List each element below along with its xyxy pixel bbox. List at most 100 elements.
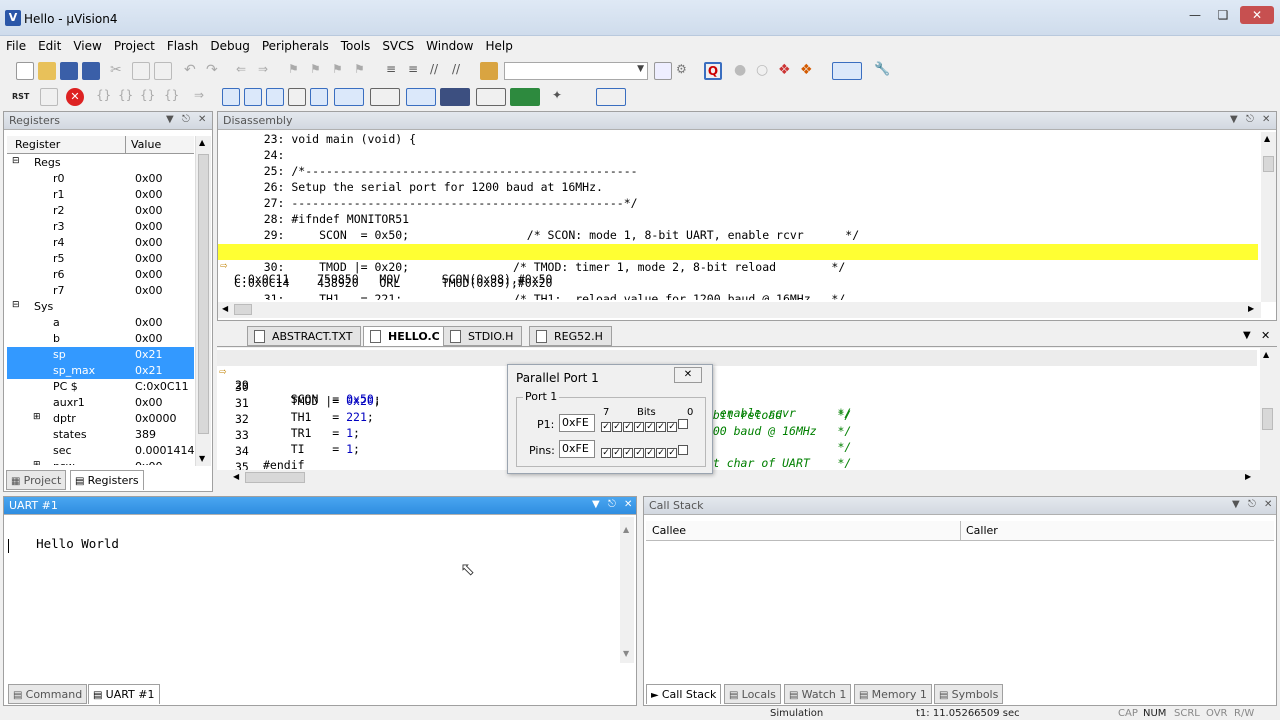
scroll-up-icon[interactable]: ▲ [1264, 134, 1270, 143]
register-row[interactable]: auxr1 0x00 [7, 395, 194, 411]
disasm-line[interactable]: 28: #ifndef MONITOR51 [218, 212, 1258, 228]
disassembly-hscroll[interactable]: ◀ ▶ [218, 302, 1261, 318]
copy-icon[interactable] [132, 62, 150, 80]
redo-icon[interactable]: ↷ [206, 62, 224, 80]
new-file-icon[interactable] [16, 62, 34, 80]
reset-button[interactable]: RST [12, 88, 30, 106]
editor-code[interactable]: ⇨ 29 SCON = 0x50; /* SCON: mode 1, 8-bit… [217, 348, 1260, 470]
run-icon[interactable] [40, 88, 58, 106]
stop-icon[interactable]: ✕ [66, 88, 84, 106]
p1-value-field[interactable]: 0xFE [559, 414, 595, 432]
p1-bit0-checkbox[interactable] [678, 419, 688, 429]
close-icon[interactable]: ✕ [198, 114, 206, 125]
serial-window-icon[interactable] [406, 88, 436, 106]
dialog-close-button[interactable]: ✕ [674, 367, 702, 383]
menu-window[interactable]: Window [420, 36, 479, 56]
code-line[interactable]: 32 TR1 = 1; /* TR1: timer 1 run */ [217, 398, 1257, 454]
step-over-icon[interactable]: {} [118, 88, 136, 106]
code-line[interactable]: 33 TI = 1; /* TI: set TI to send first c… [217, 414, 1257, 470]
menu-edit[interactable]: Edit [32, 36, 67, 56]
kill-all-breakpoints-icon[interactable]: ❖ [800, 62, 818, 80]
uncomment-icon[interactable]: // [452, 62, 470, 80]
code-line[interactable]: /* [217, 462, 1257, 470]
show-next-statement-icon[interactable]: ⇒ [194, 88, 212, 106]
p1-bit7-checkbox[interactable]: ✓ [601, 422, 611, 432]
registers-window-icon[interactable] [288, 88, 306, 106]
disasm-line[interactable]: 31: TH1 = 221; /* TH1: reload value for … [218, 292, 1258, 300]
paste-icon[interactable] [154, 62, 172, 80]
undo-icon[interactable]: ↶ [184, 62, 202, 80]
p1-bit5-checkbox[interactable]: ✓ [623, 422, 633, 432]
tab-call-stack[interactable]: ► Call Stack [646, 684, 722, 704]
scroll-thumb[interactable] [245, 472, 305, 483]
debug-session-icon[interactable]: ⚙ [676, 62, 694, 80]
p1-bit4-checkbox[interactable]: ✓ [634, 422, 644, 432]
register-row-selected[interactable]: sp_max 0x21 [7, 363, 194, 379]
toolbox-icon[interactable]: ✦ [552, 88, 582, 106]
code-line-current[interactable]: ⇨ 29 SCON = 0x50; /* SCON: mode 1, 8-bit… [217, 350, 1257, 420]
code-line[interactable]: 34 #endif [217, 430, 1257, 470]
tree-group-sys[interactable]: ⊟ Sys [7, 299, 194, 315]
tab-project[interactable]: ▦ Project [6, 470, 67, 490]
p1-bit6-checkbox[interactable]: ✓ [612, 422, 622, 432]
window-layout-icon[interactable] [832, 62, 862, 80]
p1-bit3-checkbox[interactable]: ✓ [645, 422, 655, 432]
disasm-line[interactable]: 24: [218, 148, 1258, 164]
incremental-find-icon[interactable] [654, 62, 672, 80]
register-row[interactable]: ⊞psw0x00 [7, 459, 194, 465]
find-in-files-icon[interactable] [480, 62, 498, 80]
disasm-line[interactable]: 30: TMOD |= 0x20; /* TMOD: timer 1, mode… [218, 260, 1258, 276]
scroll-up-icon[interactable]: ▲ [623, 525, 629, 534]
scroll-thumb[interactable] [234, 304, 252, 315]
minimize-button[interactable]: — [1182, 6, 1208, 24]
pin-bit1-checkbox[interactable]: ✓ [667, 448, 677, 458]
pin-icon[interactable]: ⎋ [608, 499, 616, 510]
step-into-icon[interactable]: {} [96, 88, 114, 106]
register-row[interactable]: states 389 [7, 427, 194, 443]
tab-memory1[interactable]: ▤ Memory 1 [854, 684, 932, 704]
register-row[interactable]: r6 0x00 [7, 267, 194, 283]
indent-icon[interactable]: ≡ [386, 62, 404, 80]
menu-debug[interactable]: Debug [204, 36, 255, 56]
run-to-cursor-icon[interactable]: {} [164, 88, 182, 106]
menu-view[interactable]: View [67, 36, 107, 56]
save-icon[interactable] [60, 62, 78, 80]
start-debug-icon[interactable]: Q [704, 62, 722, 80]
memory-window-icon[interactable] [370, 88, 400, 106]
pin-icon[interactable]: ⎋ [182, 114, 190, 125]
scroll-right-icon[interactable]: ▶ [1248, 304, 1254, 313]
register-row[interactable]: sec0.00014145 [7, 443, 194, 459]
disable-breakpoint-icon[interactable]: ○ [756, 62, 774, 80]
tab-hello-c[interactable]: HELLO.C [363, 326, 449, 346]
menu-flash[interactable]: Flash [161, 36, 204, 56]
scroll-left-icon[interactable]: ◀ [233, 472, 239, 481]
col-caller[interactable]: Caller [966, 524, 998, 537]
close-icon[interactable]: ✕ [1264, 499, 1272, 510]
debug-restore-views-icon[interactable] [596, 88, 626, 106]
tab-command[interactable]: ▤ Command [8, 684, 88, 704]
pin-icon[interactable]: ⎋ [1248, 499, 1256, 510]
prev-bookmark-icon[interactable]: ⚑ [310, 62, 328, 80]
menu-peripherals[interactable]: Peripherals [256, 36, 335, 56]
menu-svcs[interactable]: SVCS [376, 36, 420, 56]
panel-menu-icon[interactable]: ▼ [166, 114, 174, 125]
panel-menu-icon[interactable]: ▼ [1232, 499, 1240, 510]
scroll-thumb[interactable] [198, 154, 209, 434]
editor-vscroll[interactable]: ▲ [1260, 348, 1275, 470]
scroll-left-icon[interactable]: ◀ [222, 304, 228, 313]
tab-reg52-h[interactable]: REG52.H [529, 326, 612, 346]
collapse-icon[interactable]: ⊟ [12, 156, 20, 166]
pin-bit7-checkbox[interactable]: ✓ [601, 448, 611, 458]
menu-help[interactable]: Help [479, 36, 518, 56]
disassembly-window-icon[interactable] [244, 88, 262, 106]
pin-bit3-checkbox[interactable]: ✓ [645, 448, 655, 458]
disasm-line[interactable]: 25: /*----------------------------------… [218, 164, 1258, 180]
disasm-line[interactable]: 27: ------------------------------------… [218, 196, 1258, 212]
scroll-right-icon[interactable]: ▶ [1245, 472, 1251, 481]
open-folder-icon[interactable] [38, 62, 56, 80]
system-viewer-icon[interactable] [510, 88, 540, 106]
close-icon[interactable]: ✕ [1261, 329, 1270, 342]
restore-button[interactable]: ❑ [1210, 6, 1236, 24]
tab-uart1[interactable]: ▤ UART #1 [88, 684, 160, 704]
pin-bit4-checkbox[interactable]: ✓ [634, 448, 644, 458]
